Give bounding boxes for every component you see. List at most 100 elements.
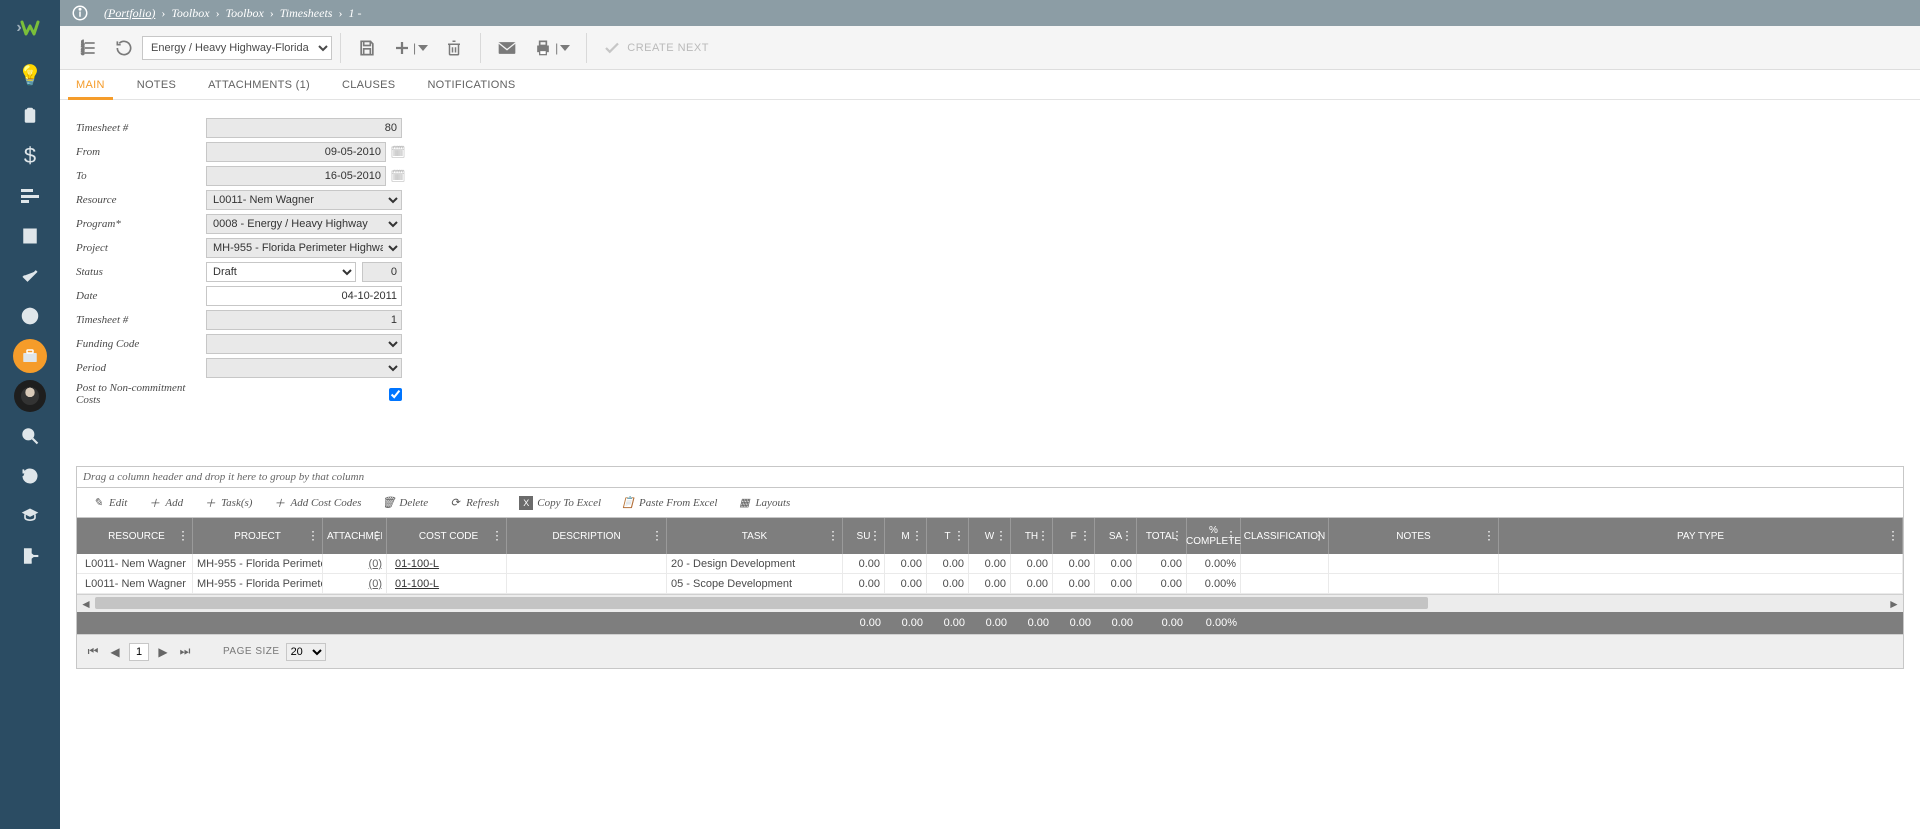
date-input[interactable]	[206, 286, 402, 306]
column-menu-icon[interactable]: ⋮	[307, 529, 319, 542]
column-menu-icon[interactable]: ⋮	[827, 529, 839, 542]
cell-su[interactable]: 0.00	[843, 574, 885, 593]
col-pay-type[interactable]: PAY TYPE⋮	[1499, 518, 1903, 554]
delete-button[interactable]	[436, 30, 472, 66]
resource-select[interactable]: L0011- Nem Wagner	[206, 190, 402, 210]
program-select[interactable]: 0008 - Energy / Heavy Highway	[206, 214, 402, 234]
cell-m[interactable]: 0.00	[885, 554, 927, 573]
col-notes[interactable]: NOTES⋮	[1329, 518, 1499, 554]
col-task[interactable]: TASK⋮	[667, 518, 843, 554]
column-menu-icon[interactable]: ⋮	[1225, 529, 1237, 542]
cell-pct[interactable]: 0.00%	[1187, 554, 1241, 573]
grid-paste-excel-button[interactable]: 📋Paste From Excel	[613, 492, 725, 514]
breadcrumb-item-1[interactable]: Toolbox	[171, 6, 209, 21]
col-su[interactable]: SU⋮	[843, 518, 885, 554]
add-button[interactable]: |	[385, 30, 436, 66]
nav-tasks[interactable]	[0, 256, 60, 296]
column-menu-icon[interactable]: ⋮	[491, 529, 503, 542]
cell-su[interactable]: 0.00	[843, 554, 885, 573]
column-menu-icon[interactable]: ⋮	[953, 529, 965, 542]
breadcrumb-item-4[interactable]: 1 -	[348, 6, 361, 21]
project-select[interactable]: MH-955 - Florida Perimeter Highway	[206, 238, 402, 258]
col-t[interactable]: T⋮	[927, 518, 969, 554]
cell-t[interactable]: 0.00	[927, 574, 969, 593]
grid-add-cost-codes-button[interactable]: ＋Add Cost Codes	[264, 492, 369, 514]
nav-user-avatar[interactable]	[0, 376, 60, 416]
to-date-input[interactable]	[206, 166, 386, 186]
cell-classification[interactable]	[1241, 574, 1329, 593]
cell-notes[interactable]	[1329, 574, 1499, 593]
info-icon[interactable]	[70, 3, 90, 23]
nav-finance[interactable]: $	[0, 136, 60, 176]
column-menu-icon[interactable]: ⋮	[1887, 529, 1899, 542]
cell-th[interactable]: 0.00	[1011, 554, 1053, 573]
column-menu-icon[interactable]: ⋮	[1483, 529, 1495, 542]
page-next-button[interactable]: ▶	[155, 644, 171, 660]
nav-globe[interactable]	[0, 296, 60, 336]
column-menu-icon[interactable]: ⋮	[869, 529, 881, 542]
post-checkbox[interactable]	[389, 388, 402, 401]
tab-main[interactable]: MAIN	[74, 71, 107, 99]
grid-tasks-button[interactable]: ＋Task(s)	[195, 492, 260, 514]
calendar-icon[interactable]: 🗓	[390, 168, 406, 184]
col-resource[interactable]: RESOURCE⋮	[77, 518, 193, 554]
scroll-thumb[interactable]	[95, 597, 1428, 609]
context-select[interactable]: Energy / Heavy Highway-Florida Perimeter	[142, 36, 332, 60]
breadcrumb-item-2[interactable]: Toolbox	[226, 6, 264, 21]
nav-search[interactable]	[0, 416, 60, 456]
print-button[interactable]: |	[525, 30, 578, 66]
period-select[interactable]	[206, 358, 402, 378]
nav-logout[interactable]	[0, 536, 60, 576]
breadcrumb-item-3[interactable]: Timesheets	[280, 6, 333, 21]
nav-clipboard[interactable]	[0, 96, 60, 136]
grid-refresh-button[interactable]: ⟳Refresh	[440, 492, 507, 514]
column-menu-icon[interactable]: ⋮	[1079, 529, 1091, 542]
col-description[interactable]: DESCRIPTION⋮	[507, 518, 667, 554]
email-button[interactable]	[489, 30, 525, 66]
col-project[interactable]: PROJECT⋮	[193, 518, 323, 554]
nav-learn[interactable]	[0, 496, 60, 536]
page-prev-button[interactable]: ◀	[107, 644, 123, 660]
status-number-input[interactable]	[362, 262, 402, 282]
cell-m[interactable]: 0.00	[885, 574, 927, 593]
tab-clauses[interactable]: CLAUSES	[340, 71, 397, 99]
column-menu-icon[interactable]: ⋮	[371, 529, 383, 542]
col-total[interactable]: TOTAL⋮	[1137, 518, 1187, 554]
col-th[interactable]: TH⋮	[1011, 518, 1053, 554]
cell-pct[interactable]: 0.00%	[1187, 574, 1241, 593]
calendar-icon[interactable]: 🗓	[390, 144, 406, 160]
grid-layouts-button[interactable]: ▦Layouts	[729, 492, 798, 514]
brand-logo[interactable]: ›	[0, 0, 60, 56]
cell-pay-type[interactable]	[1499, 554, 1903, 573]
breadcrumb-root[interactable]: (Portfolio)	[104, 6, 155, 21]
nav-ideas[interactable]: 💡	[0, 56, 60, 96]
cell-cost-code[interactable]: 01-100-L	[387, 554, 507, 573]
scroll-left-icon[interactable]: ◄	[77, 595, 95, 613]
nav-reports[interactable]	[0, 176, 60, 216]
cell-w[interactable]: 0.00	[969, 554, 1011, 573]
list-view-button[interactable]: 123	[70, 30, 106, 66]
col-f[interactable]: F⋮	[1053, 518, 1095, 554]
cell-sa[interactable]: 0.00	[1095, 554, 1137, 573]
cell-f[interactable]: 0.00	[1053, 574, 1095, 593]
group-by-hint[interactable]: Drag a column header and drop it here to…	[77, 467, 1903, 488]
page-size-select[interactable]: 20	[286, 643, 326, 661]
column-menu-icon[interactable]: ⋮	[995, 529, 1007, 542]
grid-delete-button[interactable]: 🗑Delete	[373, 492, 436, 514]
page-first-button[interactable]: ⏮	[85, 644, 101, 660]
cell-w[interactable]: 0.00	[969, 574, 1011, 593]
col-attachments[interactable]: ATTACHMENTS⋮	[323, 518, 387, 554]
cell-notes[interactable]	[1329, 554, 1499, 573]
cell-classification[interactable]	[1241, 554, 1329, 573]
timesheet-no2-input[interactable]	[206, 310, 402, 330]
status-select[interactable]: Draft	[206, 262, 356, 282]
column-menu-icon[interactable]: ⋮	[1121, 529, 1133, 542]
history-button[interactable]	[106, 30, 142, 66]
grid-row[interactable]: L0011- Nem Wagner MH-955 - Florida Perim…	[77, 554, 1903, 574]
column-menu-icon[interactable]: ⋮	[1037, 529, 1049, 542]
column-menu-icon[interactable]: ⋮	[177, 529, 189, 542]
nav-buildings[interactable]	[0, 216, 60, 256]
column-menu-icon[interactable]: ⋮	[1313, 529, 1325, 542]
grid-row[interactable]: L0011- Nem Wagner MH-955 - Florida Perim…	[77, 574, 1903, 594]
timesheet-no-input[interactable]	[206, 118, 402, 138]
